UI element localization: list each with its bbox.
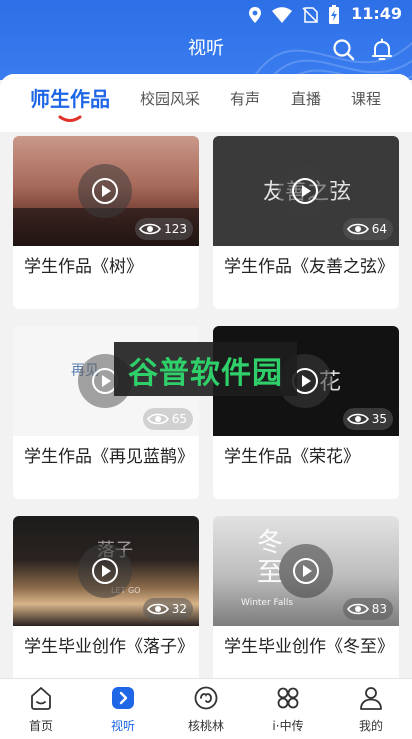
video-card[interactable]: 冬至 Winter Falls 83 学生毕业创作《冬至》 — [213, 516, 399, 678]
eye-icon — [346, 223, 369, 235]
view-count: 35 — [371, 412, 387, 426]
eye-icon — [146, 413, 169, 425]
app-screen: 11:49 视听 师生作品 校园风采 有声 直播 课程 123 学生作品《树》 … — [0, 0, 412, 739]
active-tab-indicator — [58, 115, 82, 122]
tab-live[interactable]: 直播 — [291, 88, 321, 109]
view-count-badge: 123 — [135, 218, 193, 240]
view-count-badge: 65 — [142, 408, 193, 430]
video-thumbnail: 冬至 Winter Falls 83 — [213, 516, 399, 626]
watermark-text: 谷普软件园 — [128, 356, 283, 391]
nav-item-media[interactable]: 视听 — [82, 679, 164, 739]
home-icon — [31, 687, 51, 710]
play-button[interactable] — [78, 544, 132, 598]
status-bar: 11:49 — [0, 0, 412, 28]
video-title: 学生作品《友善之弦》 — [224, 257, 394, 277]
video-thumbnail: 落子 LET GO 32 — [13, 516, 199, 626]
video-title: 学生毕业创作《落子》 — [24, 637, 194, 657]
video-title: 学生毕业创作《冬至》 — [224, 637, 394, 657]
bottom-navigation: 首页 视听 核桃林 i·中传 我的 — [0, 678, 412, 739]
video-title: 学生作品《荣花》 — [224, 447, 360, 467]
play-button[interactable] — [278, 164, 332, 218]
video-card[interactable]: 落子 LET GO 32 学生毕业创作《落子》 — [13, 516, 199, 678]
nav-label: 首页 — [28, 719, 53, 733]
play-icon — [293, 558, 319, 584]
nav-item-i-cuc[interactable]: i·中传 — [247, 679, 329, 739]
nav-item-walnut-forest[interactable]: 核桃林 — [165, 679, 247, 739]
walnut-icon — [194, 686, 218, 710]
site-watermark: 谷普软件园 — [114, 342, 297, 396]
status-icons — [248, 5, 340, 25]
view-count-badge: 32 — [142, 598, 193, 620]
view-count: 65 — [171, 412, 187, 426]
nav-label: 视听 — [110, 719, 135, 733]
view-count: 32 — [171, 602, 187, 616]
thumbnail-subtext: Winter Falls — [241, 598, 294, 608]
app-header: 11:49 视听 — [0, 0, 412, 80]
nav-label: 核桃林 — [187, 719, 224, 733]
video-title: 学生作品《树》 — [24, 257, 143, 277]
eye-icon — [346, 603, 369, 615]
play-icon — [92, 558, 118, 584]
battery-charging-icon — [329, 5, 339, 24]
video-title: 学生作品《再见蓝鹊》 — [24, 447, 194, 467]
view-count: 64 — [371, 222, 387, 236]
play-icon — [292, 178, 318, 204]
tab-teacher-student-works[interactable]: 师生作品 — [30, 83, 110, 112]
video-card[interactable]: 友善之弦 64 学生作品《友善之弦》 — [213, 136, 399, 309]
view-count-badge: 64 — [342, 218, 393, 240]
tab-audio[interactable]: 有声 — [230, 88, 260, 109]
tab-courses[interactable]: 课程 — [351, 88, 381, 109]
nav-label: 我的 — [358, 719, 383, 733]
view-count: 83 — [371, 602, 387, 616]
play-square-icon — [112, 687, 134, 709]
grid-icon — [277, 687, 299, 709]
bell-icon[interactable] — [370, 38, 394, 62]
view-count: 123 — [164, 222, 187, 236]
wifi-icon — [272, 7, 292, 23]
nav-item-home[interactable]: 首页 — [0, 679, 82, 739]
video-thumbnail: 123 — [13, 136, 199, 246]
tab-campus-style[interactable]: 校园风采 — [140, 88, 200, 109]
view-count-badge: 83 — [342, 598, 393, 620]
eye-icon — [346, 413, 369, 425]
nav-label: i·中传 — [272, 719, 304, 733]
play-icon — [92, 178, 118, 204]
nav-item-mine[interactable]: 我的 — [330, 679, 412, 739]
location-icon — [249, 7, 261, 23]
person-icon — [360, 687, 382, 710]
search-icon[interactable] — [332, 38, 356, 62]
play-button[interactable] — [279, 544, 333, 598]
view-count-badge: 35 — [342, 408, 393, 430]
play-button[interactable] — [78, 164, 132, 218]
category-tabs: 师生作品 校园风采 有声 直播 课程 — [0, 74, 412, 132]
video-card[interactable]: 123 学生作品《树》 — [13, 136, 199, 309]
no-sim-icon — [302, 7, 318, 23]
eye-icon — [146, 603, 169, 615]
video-thumbnail: 友善之弦 64 — [213, 136, 399, 246]
status-time: 11:49 — [351, 4, 402, 23]
eye-icon — [139, 223, 162, 235]
